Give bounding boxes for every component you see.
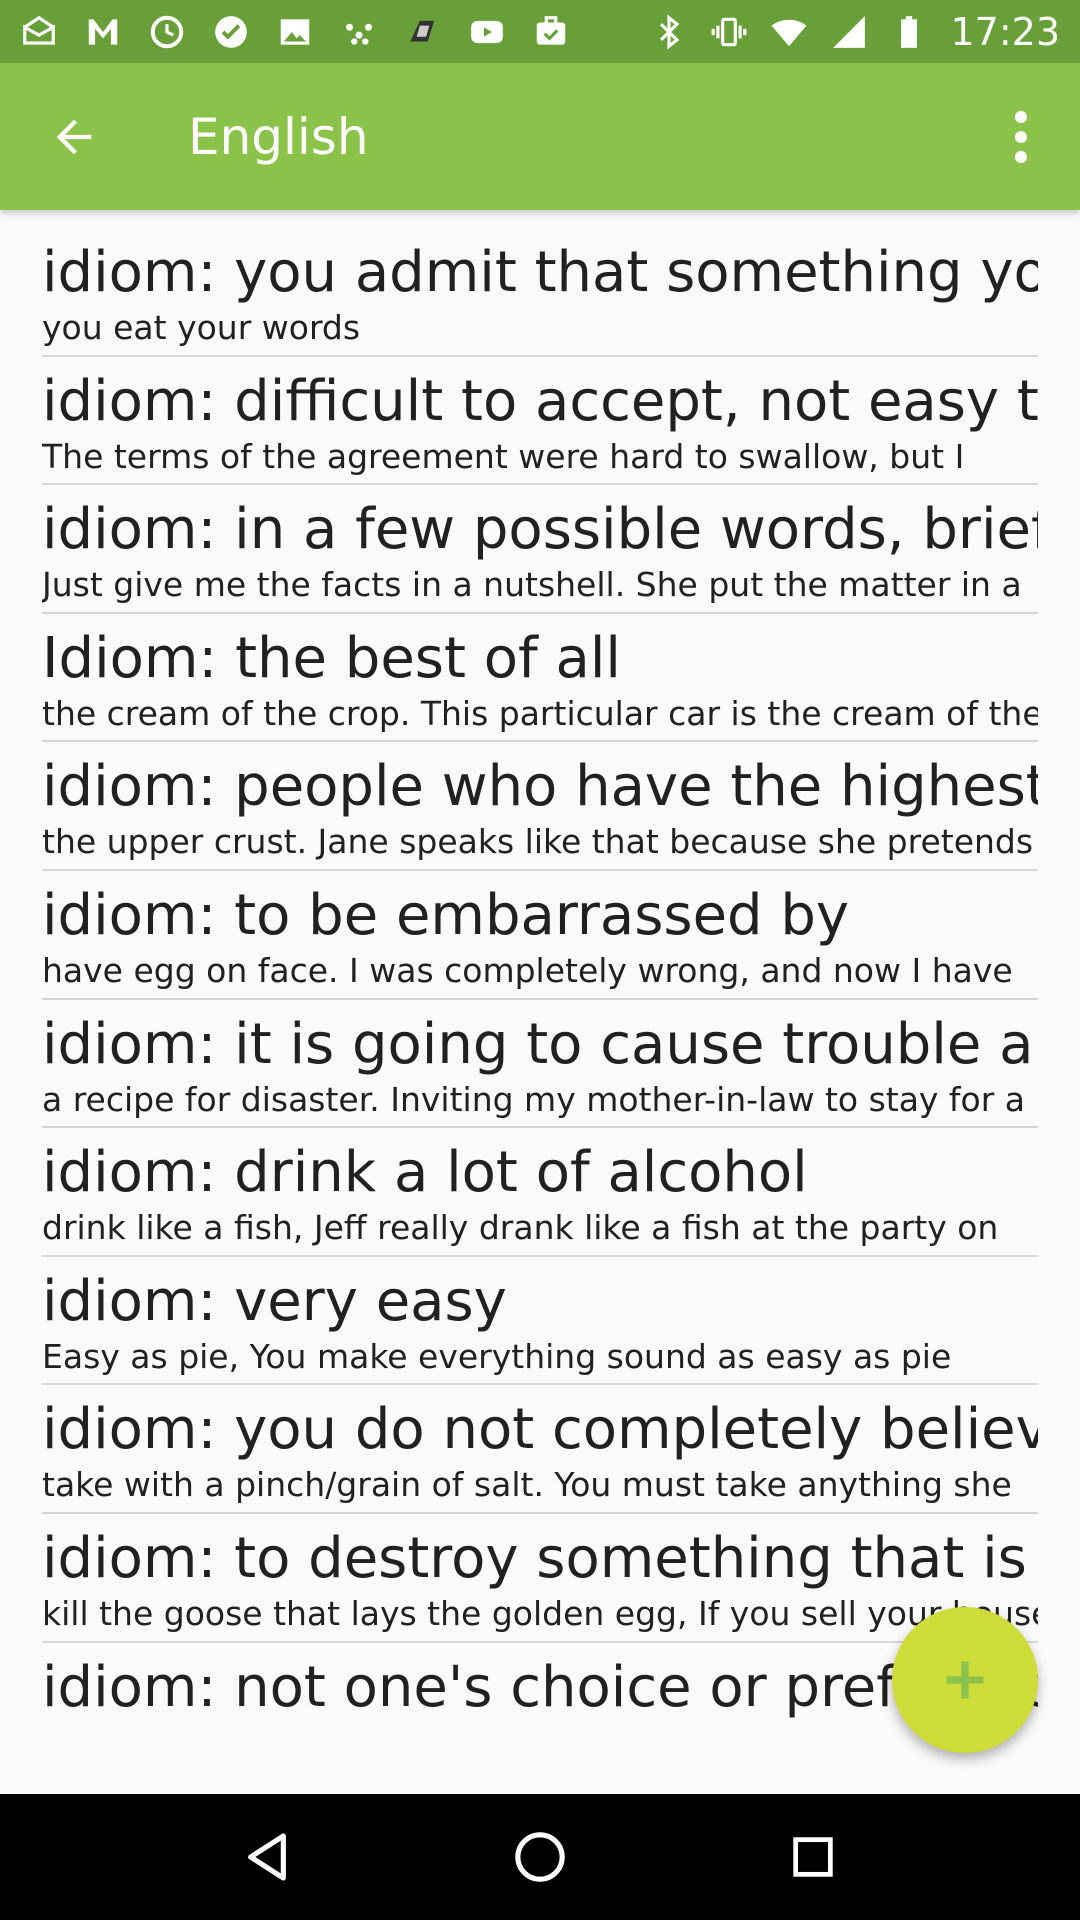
list-item[interactable]: idiom: people who have the highest the u… [42, 742, 1038, 871]
gmail-icon [84, 13, 122, 51]
clock-icon [148, 13, 186, 51]
bluetooth-icon [650, 13, 688, 51]
list-item[interactable]: idiom: to be embarrassed by have egg on … [42, 871, 1038, 1000]
back-triangle-icon [247, 1833, 286, 1881]
list-item[interactable]: idiom: to destroy something that is kill… [42, 1514, 1038, 1643]
item-subtitle: The terms of the agreement were hard to … [42, 436, 965, 476]
plus-icon [946, 1661, 984, 1699]
item-title: idiom: it is going to cause trouble and [42, 1011, 1038, 1077]
recents-square-icon [793, 1837, 834, 1877]
app-icon [404, 13, 442, 51]
back-button[interactable] [24, 87, 124, 187]
system-icons: 17:23 [650, 10, 1060, 54]
page-title: English [188, 107, 369, 166]
home-circle-icon [515, 1832, 565, 1882]
item-title: idiom: people who have the highest [42, 754, 1038, 820]
more-vert-icon [1015, 110, 1027, 163]
item-subtitle: have egg on face. I was completely wrong… [42, 950, 1013, 990]
list-item[interactable]: idiom: in a few possible words, briefly,… [42, 485, 1038, 614]
list-item[interactable]: idiom: not one's choice or preference [42, 1643, 1038, 1772]
list-item[interactable]: idiom: you admit that something you you … [42, 228, 1038, 357]
item-title: idiom: in a few possible words, briefly, [42, 497, 1038, 563]
nav-home-button[interactable] [485, 1802, 595, 1912]
nav-recents-button[interactable] [758, 1802, 868, 1912]
list-item[interactable]: idiom: you do not completely believe it,… [42, 1385, 1038, 1514]
arrow-back-icon [56, 119, 92, 154]
mail-icon [20, 13, 58, 51]
briefcase-check-icon [532, 13, 570, 51]
list-item[interactable]: idiom: drink a lot of alcohol drink like… [42, 1128, 1038, 1257]
item-subtitle: you eat your words [42, 308, 361, 347]
item-subtitle: the cream of the crop. This particular c… [42, 693, 1038, 733]
dots-icon [340, 13, 378, 51]
item-title: idiom: to destroy something that is [42, 1525, 1027, 1591]
item-subtitle: Easy as pie, You make everything sound a… [42, 1336, 952, 1376]
youtube-icon [468, 13, 506, 51]
item-subtitle: Just give me the facts in a nutshell. Sh… [42, 565, 1022, 605]
add-button[interactable] [892, 1607, 1038, 1753]
wifi-icon [770, 13, 808, 51]
list-item[interactable]: idiom: it is going to cause trouble and … [42, 1000, 1038, 1129]
item-title: idiom: drink a lot of alcohol [42, 1140, 808, 1206]
item-title: Idiom: the best of all [42, 625, 621, 691]
nav-back-button[interactable] [212, 1802, 322, 1912]
app-bar: English [0, 63, 1080, 210]
list-item[interactable]: Idiom: the best of all the cream of the … [42, 614, 1038, 743]
list-item[interactable]: idiom: very easy Easy as pie, You make e… [42, 1257, 1038, 1386]
clock-time: 17:23 [950, 9, 1060, 54]
notification-icons [20, 13, 570, 51]
idiom-list: idiom: you admit that something you you … [42, 228, 1038, 1788]
item-subtitle: drink like a fish, Jeff really drank lik… [42, 1208, 999, 1248]
item-title: idiom: difficult to accept, not easy to [42, 368, 1038, 434]
item-subtitle: the upper crust. Jane speaks like that b… [42, 822, 1034, 862]
item-title: idiom: you admit that something you [42, 240, 1038, 305]
list-item[interactable]: idiom: difficult to accept, not easy to … [42, 357, 1038, 486]
status-bar: 17:23 [0, 0, 1080, 63]
battery-icon [890, 13, 928, 51]
item-title: idiom: very easy [42, 1268, 507, 1334]
item-subtitle: take with a pinch/grain of salt. You mus… [42, 1465, 1012, 1505]
vibrate-icon [710, 13, 748, 51]
item-subtitle: a recipe for disaster. Inviting my mothe… [42, 1079, 1026, 1119]
signal-icon [830, 13, 868, 51]
screen: 17:23 English idiom: you admit that some… [0, 0, 1080, 1920]
item-title: idiom: not one's choice or preference [42, 1654, 1038, 1720]
check-heart-icon [212, 13, 250, 51]
overflow-menu-button[interactable] [986, 87, 1056, 187]
image-icon [276, 13, 314, 51]
navigation-bar [0, 1794, 1080, 1920]
item-title: idiom: to be embarrassed by [42, 882, 850, 948]
item-subtitle: kill the goose that lays the golden egg,… [42, 1593, 1038, 1633]
item-title: idiom: you do not completely believe it, [42, 1397, 1038, 1463]
